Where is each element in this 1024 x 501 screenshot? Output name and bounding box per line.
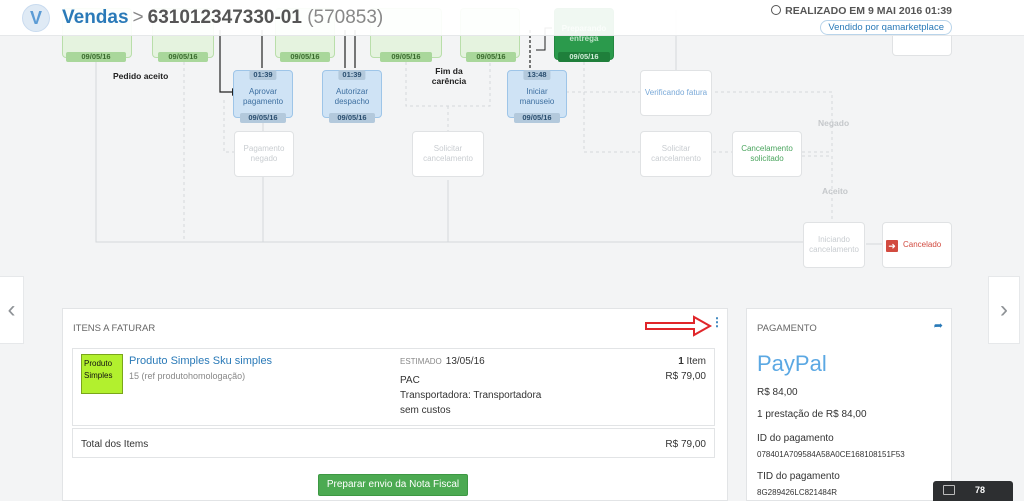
flow-node-autorizar-despacho[interactable]: 01:39 Autorizar despacho 09/05/16 — [322, 70, 382, 123]
flow-node-aprovar-pagamento[interactable]: 01:39 Aprovar pagamento 09/05/16 — [233, 70, 293, 123]
payment-amount: R$ 84,00 — [757, 387, 798, 398]
inbox-icon — [943, 485, 955, 495]
flow-date-1: 09/05/16 — [66, 52, 126, 62]
autorizar-time: 01:39 — [338, 70, 366, 80]
ship-method: PAC — [400, 375, 420, 386]
iniciar-date: 09/05/16 — [514, 113, 560, 123]
estimado-date: 13/05/16 — [445, 356, 485, 367]
flow-date-5: 09/05/16 — [466, 52, 516, 62]
iniciar-label: Iniciar manuseio — [519, 87, 555, 106]
seller-badge[interactable]: Vendido por qamarketplace — [820, 20, 952, 35]
pedido-aceito-label: Pedido aceito — [113, 71, 169, 81]
notifications-count: 78 — [975, 485, 986, 495]
item-quantity: 1 Item — [678, 356, 706, 367]
flow-node-cancelamento-solicitado[interactable]: Cancelamento solicitado — [732, 131, 802, 177]
payment-tid-value: 8G289426LC821484R — [757, 488, 838, 497]
aprovar-date: 09/05/16 — [240, 113, 286, 123]
clock-icon — [771, 5, 782, 15]
payment-title: PAGAMENTO — [757, 323, 817, 334]
flow-node-cancelado[interactable]: ➜ Cancelado — [882, 222, 952, 268]
items-title: ITENS A FATURAR — [73, 323, 156, 334]
more-options-icon[interactable]: ⋮ — [711, 315, 723, 329]
carrier: Transportadora: Transportadora — [400, 390, 542, 401]
order-date: REALIZADO EM 9 MAI 2016 01:39 — [771, 5, 952, 17]
aprovar-time: 01:39 — [249, 70, 277, 80]
autorizar-date: 09/05/16 — [329, 113, 375, 123]
red-arrow-annotation-icon — [645, 315, 713, 337]
qty-label: Item — [686, 356, 706, 367]
preparar-envio-button[interactable]: Preparar envio da Nota Fiscal — [318, 474, 468, 496]
page-header: V Vendas >631012347330-01 (570853) REALIZ… — [0, 0, 1024, 36]
arrow-right-icon: ➜ — [886, 240, 898, 252]
flow-date-4: 09/05/16 — [380, 52, 432, 62]
payment-panel: PAGAMENTO ➦ PayPal R$ 84,00 1 prestação … — [746, 308, 952, 501]
flow-node-solicitar-cancelamento-1[interactable]: Solicitar cancelamento — [412, 131, 484, 177]
share-arrow-icon[interactable]: ➦ — [934, 319, 943, 332]
aceito-label: Aceito — [822, 186, 848, 196]
verificando-label: Verificando fatura — [644, 88, 708, 98]
order-id: 631012347330-01 — [147, 7, 302, 28]
pagamento-negado-label: Pagamento negado — [243, 144, 285, 163]
solicitar-cancel-2-label: Solicitar cancelamento — [651, 144, 701, 163]
estimado-label: ESTIMADO — [400, 357, 442, 366]
iniciar-time: 13:48 — [523, 70, 551, 80]
order-seq: (570853) — [307, 7, 384, 28]
aprovar-label: Aprovar pagamento — [242, 87, 284, 106]
product-name-link[interactable]: Produto Simples Sku simples — [129, 355, 272, 367]
product-thumbnail[interactable]: Produto Simples — [81, 354, 123, 394]
cancelado-label: Cancelado — [903, 240, 942, 250]
autorizar-label: Autorizar despacho — [334, 87, 370, 106]
flow-date-2: 09/05/16 — [158, 52, 208, 62]
items-total-row: Total dos Items R$ 79,00 — [72, 428, 715, 458]
breadcrumb-vendas[interactable]: Vendas — [62, 7, 129, 28]
payment-id-value: 078401A709584A58A0CE168108151F53 — [757, 450, 905, 459]
total-value: R$ 79,00 — [665, 439, 706, 450]
next-order-chevron-right-icon[interactable]: › — [988, 276, 1020, 344]
cancelamento-solicitado-label: Cancelamento solicitado — [741, 144, 793, 163]
fim-carencia-label: Fim da carência — [431, 66, 467, 86]
flow-node-iniciando-cancelamento[interactable]: Iniciando cancelamento — [803, 222, 865, 268]
prev-order-chevron-left-icon[interactable]: ‹ — [0, 276, 24, 344]
iniciando-cancel-label: Iniciando cancelamento — [809, 235, 859, 254]
total-label: Total dos Items — [81, 439, 149, 450]
flow-node-pagamento-negado[interactable]: Pagamento negado — [234, 131, 294, 177]
qty-number: 1 — [678, 356, 684, 367]
flow-node-iniciar-manuseio[interactable]: 13:48 Iniciar manuseio 09/05/16 — [507, 70, 567, 123]
solicitar-cancel-1-label: Solicitar cancelamento — [423, 144, 473, 163]
item-price: R$ 79,00 — [665, 371, 706, 382]
estimated-delivery: ESTIMADO 13/05/16 — [400, 356, 485, 367]
item-card: Produto Simples Produto Simples Sku simp… — [72, 348, 715, 426]
breadcrumb: Vendas >631012347330-01 (570853) — [62, 7, 383, 29]
realizado-text: REALIZADO EM 9 MAI 2016 01:39 — [785, 5, 952, 17]
order-flow-diagram: 09/05/16 09/05/16 09/05/16 09/05/16 09/0… — [0, 0, 1024, 290]
payment-tid-label: TID do pagamento — [757, 471, 840, 482]
breadcrumb-separator: > — [132, 7, 144, 28]
notifications-badge[interactable]: 78 — [933, 481, 1013, 501]
flow-date-3: 09/05/16 — [280, 52, 330, 62]
carrier-cost: sem custos — [400, 405, 451, 416]
payment-installments: 1 prestação de R$ 84,00 — [757, 409, 867, 420]
product-ref: 15 (ref produtohomologação) — [129, 371, 246, 381]
flow-node-verificando-fatura[interactable]: Verificando fatura — [640, 70, 712, 116]
payment-method: PayPal — [757, 351, 827, 376]
flow-date-6: 09/05/16 — [558, 52, 610, 62]
negado-label: Negado — [818, 118, 850, 128]
flow-node-solicitar-cancelamento-2[interactable]: Solicitar cancelamento — [640, 131, 712, 177]
app-logo[interactable]: V — [22, 4, 50, 32]
payment-id-label: ID do pagamento — [757, 433, 834, 444]
